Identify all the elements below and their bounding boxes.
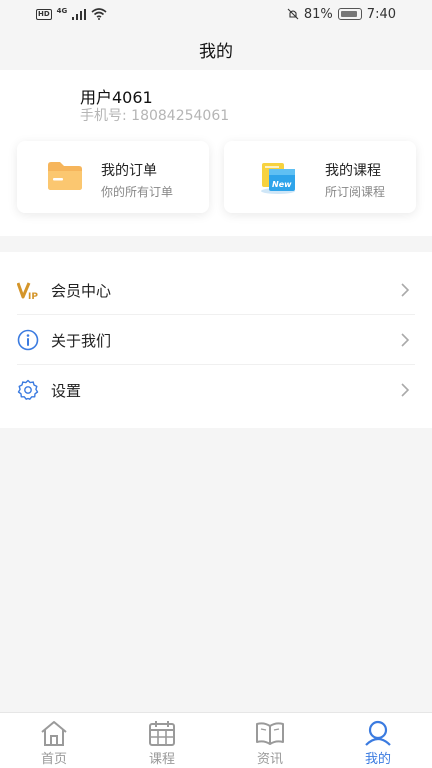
chevron-right-icon	[401, 333, 410, 347]
tab-label-home: 首页	[40, 752, 67, 767]
status-right: 81% 7:40	[287, 7, 396, 22]
page-title: 我的	[199, 41, 233, 62]
menu-item-settings[interactable]: 设置	[0, 365, 432, 415]
menu-label-vip-center: 会员中心	[51, 281, 112, 300]
vip-icon: IP	[17, 282, 38, 301]
menu-item-about-us[interactable]: 关于我们	[0, 315, 432, 365]
folder-icon	[48, 162, 82, 190]
tab-label-courses: 课程	[148, 752, 175, 767]
wifi-icon	[91, 8, 107, 20]
menu-label-about-us: 关于我们	[51, 331, 112, 350]
chevron-right-icon	[401, 283, 410, 297]
tab-label-news: 资讯	[256, 752, 283, 767]
chevron-right-icon	[401, 383, 410, 397]
course-book-icon: New	[261, 163, 295, 194]
user-phone: 手机号: 18084254061	[80, 108, 230, 124]
settings-menu: IP 会员中心 关于我们 设置	[0, 252, 432, 428]
mute-bell-icon	[287, 8, 299, 20]
my-courses-subtitle: 所订阅课程	[325, 185, 386, 199]
user-icon	[365, 720, 391, 746]
battery-icon	[337, 8, 362, 20]
home-icon	[41, 721, 67, 746]
menu-item-vip-center[interactable]: IP 会员中心	[0, 265, 432, 315]
open-book-icon	[256, 722, 284, 745]
tab-news[interactable]: 资讯	[216, 713, 324, 768]
tab-courses[interactable]: 课程	[108, 713, 216, 768]
profile-section: 用户4061 手机号: 18084254061 我的订单 你的所有订单 New …	[0, 70, 432, 236]
svg-text:IP: IP	[28, 292, 38, 301]
battery-percent: 81%	[303, 6, 333, 22]
network-type: 4G	[56, 7, 68, 15]
signal-icon	[72, 8, 87, 20]
svg-text:New: New	[272, 180, 292, 189]
menu-label-settings: 设置	[51, 381, 82, 400]
my-orders-subtitle: 你的所有订单	[101, 185, 174, 199]
gear-icon	[17, 379, 39, 400]
tab-label-mine: 我的	[364, 752, 391, 767]
my-courses-title: 我的课程	[325, 163, 381, 179]
page-header: 我的	[0, 28, 432, 70]
clock: 7:40	[366, 6, 396, 22]
tab-mine[interactable]: 我的	[324, 713, 432, 768]
my-courses-card[interactable]: New 我的课程 所订阅课程	[224, 141, 416, 213]
my-orders-title: 我的订单	[101, 163, 157, 179]
hd-indicator: HD	[36, 8, 52, 20]
status-left: HD 4G	[36, 7, 107, 20]
status-bar: HD 4G 81% 7:40	[0, 0, 432, 28]
my-orders-card[interactable]: 我的订单 你的所有订单	[17, 141, 209, 213]
bottom-tab-bar: 首页 课程 资讯 我的	[0, 712, 432, 768]
calendar-icon	[149, 721, 175, 746]
info-icon	[17, 329, 39, 351]
tab-home[interactable]: 首页	[0, 713, 108, 768]
